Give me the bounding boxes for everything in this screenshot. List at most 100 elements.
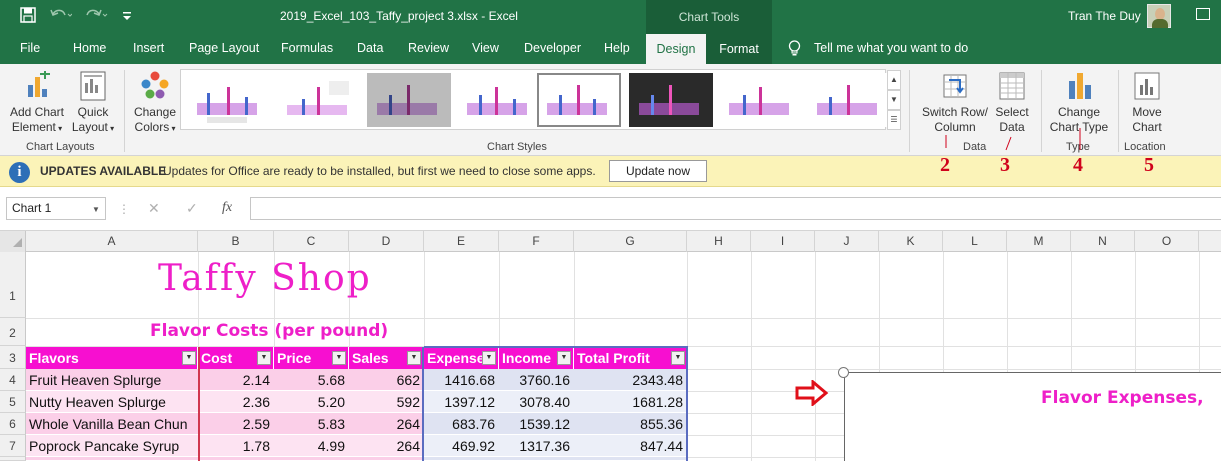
table-cell-income[interactable]: 3078.40 bbox=[499, 391, 574, 413]
change-colors-button[interactable]: Change Colors ▾ bbox=[130, 71, 180, 136]
column-header-c[interactable]: C bbox=[274, 231, 349, 252]
column-header-k[interactable]: K bbox=[879, 231, 943, 252]
gallery-expand[interactable]: ☰ bbox=[887, 110, 901, 130]
column-header-a[interactable]: A bbox=[26, 231, 198, 252]
avatar[interactable] bbox=[1147, 4, 1171, 28]
column-header-d[interactable]: D bbox=[349, 231, 424, 252]
table-cell-price[interactable]: 4.99 bbox=[274, 435, 349, 457]
chart-style-4[interactable] bbox=[457, 73, 541, 127]
tab-view[interactable]: View bbox=[472, 41, 499, 55]
table-cell-flavor[interactable]: Poprock Pancake Syrup bbox=[26, 435, 198, 457]
column-header-g[interactable]: G bbox=[574, 231, 687, 252]
chart-style-8[interactable] bbox=[807, 73, 891, 127]
tab-formulas[interactable]: Formulas bbox=[281, 41, 333, 55]
name-box-dropdown-icon[interactable]: ▼ bbox=[92, 205, 100, 214]
table-cell-cost[interactable]: 1.78 bbox=[198, 435, 274, 457]
tab-design[interactable]: Design bbox=[646, 34, 706, 64]
row-header-1[interactable]: 1 bbox=[0, 252, 26, 318]
tab-data[interactable]: Data bbox=[357, 41, 383, 55]
row-header-2[interactable]: 2 bbox=[0, 318, 26, 346]
table-cell-cost[interactable]: 2.36 bbox=[198, 391, 274, 413]
name-box[interactable]: Chart 1 bbox=[6, 197, 106, 220]
filter-dropdown-icon[interactable]: ▼ bbox=[557, 351, 571, 365]
user-name[interactable]: Tran The Duy bbox=[1068, 9, 1141, 23]
column-header-h[interactable]: H bbox=[687, 231, 751, 252]
table-cell-price[interactable]: 5.20 bbox=[274, 391, 349, 413]
table-cell-sales[interactable]: 264 bbox=[349, 413, 424, 435]
chart-style-5-selected[interactable] bbox=[537, 73, 621, 127]
chart-styles-gallery[interactable] bbox=[180, 69, 891, 130]
filter-dropdown-icon[interactable]: ▼ bbox=[407, 351, 421, 365]
table-cell-expense[interactable]: 683.76 bbox=[424, 413, 499, 435]
table-cell-income[interactable]: 1539.12 bbox=[499, 413, 574, 435]
table-cell-total-profit[interactable]: 1681.28 bbox=[574, 391, 687, 413]
quick-layout-button[interactable]: Quick Layout ▾ bbox=[70, 71, 116, 136]
column-header-j[interactable]: J bbox=[815, 231, 879, 252]
table-cell-sales[interactable]: 662 bbox=[349, 369, 424, 391]
filter-dropdown-icon[interactable]: ▼ bbox=[257, 351, 271, 365]
table-cell-cost[interactable]: 2.59 bbox=[198, 413, 274, 435]
row-header-5[interactable]: 5 bbox=[0, 391, 26, 413]
formula-bar-resize-handle[interactable]: ⋮ bbox=[118, 202, 130, 216]
tab-page-layout[interactable]: Page Layout bbox=[189, 41, 259, 55]
table-cell-cost[interactable]: 2.14 bbox=[198, 369, 274, 391]
row-header-3[interactable]: 3 bbox=[0, 346, 26, 369]
row-header-8[interactable] bbox=[0, 457, 26, 461]
chart-resize-handle[interactable] bbox=[838, 367, 849, 378]
filter-dropdown-icon[interactable]: ▼ bbox=[482, 351, 496, 365]
undo-icon[interactable] bbox=[50, 7, 73, 26]
row-header-4[interactable]: 4 bbox=[0, 369, 26, 391]
table-cell-flavor[interactable]: Fruit Heaven Splurge bbox=[26, 369, 198, 391]
chart-title[interactable]: Flavor Expenses, bbox=[1041, 388, 1204, 408]
tab-review[interactable]: Review bbox=[408, 41, 449, 55]
save-icon[interactable] bbox=[20, 7, 36, 26]
formula-input[interactable] bbox=[250, 197, 1221, 220]
enter-icon[interactable]: ✓ bbox=[186, 200, 198, 217]
switch-row-column-button[interactable]: Switch Row/ Column bbox=[918, 71, 992, 135]
chart-style-1[interactable] bbox=[187, 73, 271, 127]
tab-help[interactable]: Help bbox=[604, 41, 630, 55]
select-data-button[interactable]: Select Data bbox=[990, 71, 1034, 135]
chart-style-6[interactable] bbox=[629, 73, 713, 127]
column-header-b[interactable]: B bbox=[198, 231, 274, 252]
chart-style-3[interactable] bbox=[367, 73, 451, 127]
table-cell-flavor[interactable]: Nutty Heaven Splurge bbox=[26, 391, 198, 413]
tab-file[interactable]: File bbox=[20, 41, 40, 55]
table-cell-expense[interactable]: 469.92 bbox=[424, 435, 499, 457]
change-chart-type-button[interactable]: Change Chart Type bbox=[1046, 71, 1112, 135]
update-now-button[interactable]: Update now bbox=[609, 160, 707, 182]
table-cell-expense[interactable]: 1397.12 bbox=[424, 391, 499, 413]
table-cell-price[interactable]: 5.83 bbox=[274, 413, 349, 435]
row-header-7[interactable]: 7 bbox=[0, 435, 26, 457]
table-header-flavors[interactable]: Flavors bbox=[26, 347, 198, 369]
customize-qat-icon[interactable] bbox=[122, 9, 132, 25]
table-cell-total-profit[interactable]: 847.44 bbox=[574, 435, 687, 457]
tab-insert[interactable]: Insert bbox=[133, 41, 164, 55]
row-header-6[interactable]: 6 bbox=[0, 413, 26, 435]
table-cell-income[interactable]: 3760.16 bbox=[499, 369, 574, 391]
table-cell-total-profit[interactable]: 855.36 bbox=[574, 413, 687, 435]
tab-format[interactable]: Format bbox=[706, 34, 772, 64]
gallery-scroll-down[interactable]: ▼ bbox=[887, 90, 901, 110]
chart-style-7[interactable] bbox=[719, 73, 803, 127]
ribbon-display-options-icon[interactable] bbox=[1196, 8, 1210, 20]
embedded-chart[interactable] bbox=[844, 372, 1221, 461]
table-cell-total-profit[interactable]: 2343.48 bbox=[574, 369, 687, 391]
add-chart-element-button[interactable]: Add Chart Element ▾ bbox=[6, 69, 68, 136]
column-header-m[interactable]: M bbox=[1007, 231, 1071, 252]
table-cell-sales[interactable]: 592 bbox=[349, 391, 424, 413]
gallery-scroll-up[interactable]: ▲ bbox=[887, 70, 901, 90]
table-cell-flavor[interactable]: Whole Vanilla Bean Chun bbox=[26, 413, 198, 435]
column-header-o[interactable]: O bbox=[1135, 231, 1199, 252]
tell-me-search[interactable]: Tell me what you want to do bbox=[814, 41, 968, 55]
column-header-e[interactable]: E bbox=[424, 231, 499, 252]
cancel-icon[interactable]: ✕ bbox=[148, 200, 160, 217]
filter-dropdown-icon[interactable]: ▼ bbox=[182, 351, 196, 365]
column-header-l[interactable]: L bbox=[943, 231, 1007, 252]
insert-function-icon[interactable]: fx bbox=[222, 200, 232, 216]
redo-icon[interactable] bbox=[86, 7, 108, 26]
move-chart-button[interactable]: Move Chart bbox=[1124, 71, 1170, 135]
table-cell-income[interactable]: 1317.36 bbox=[499, 435, 574, 457]
tab-home[interactable]: Home bbox=[73, 41, 106, 55]
table-cell-sales[interactable]: 264 bbox=[349, 435, 424, 457]
